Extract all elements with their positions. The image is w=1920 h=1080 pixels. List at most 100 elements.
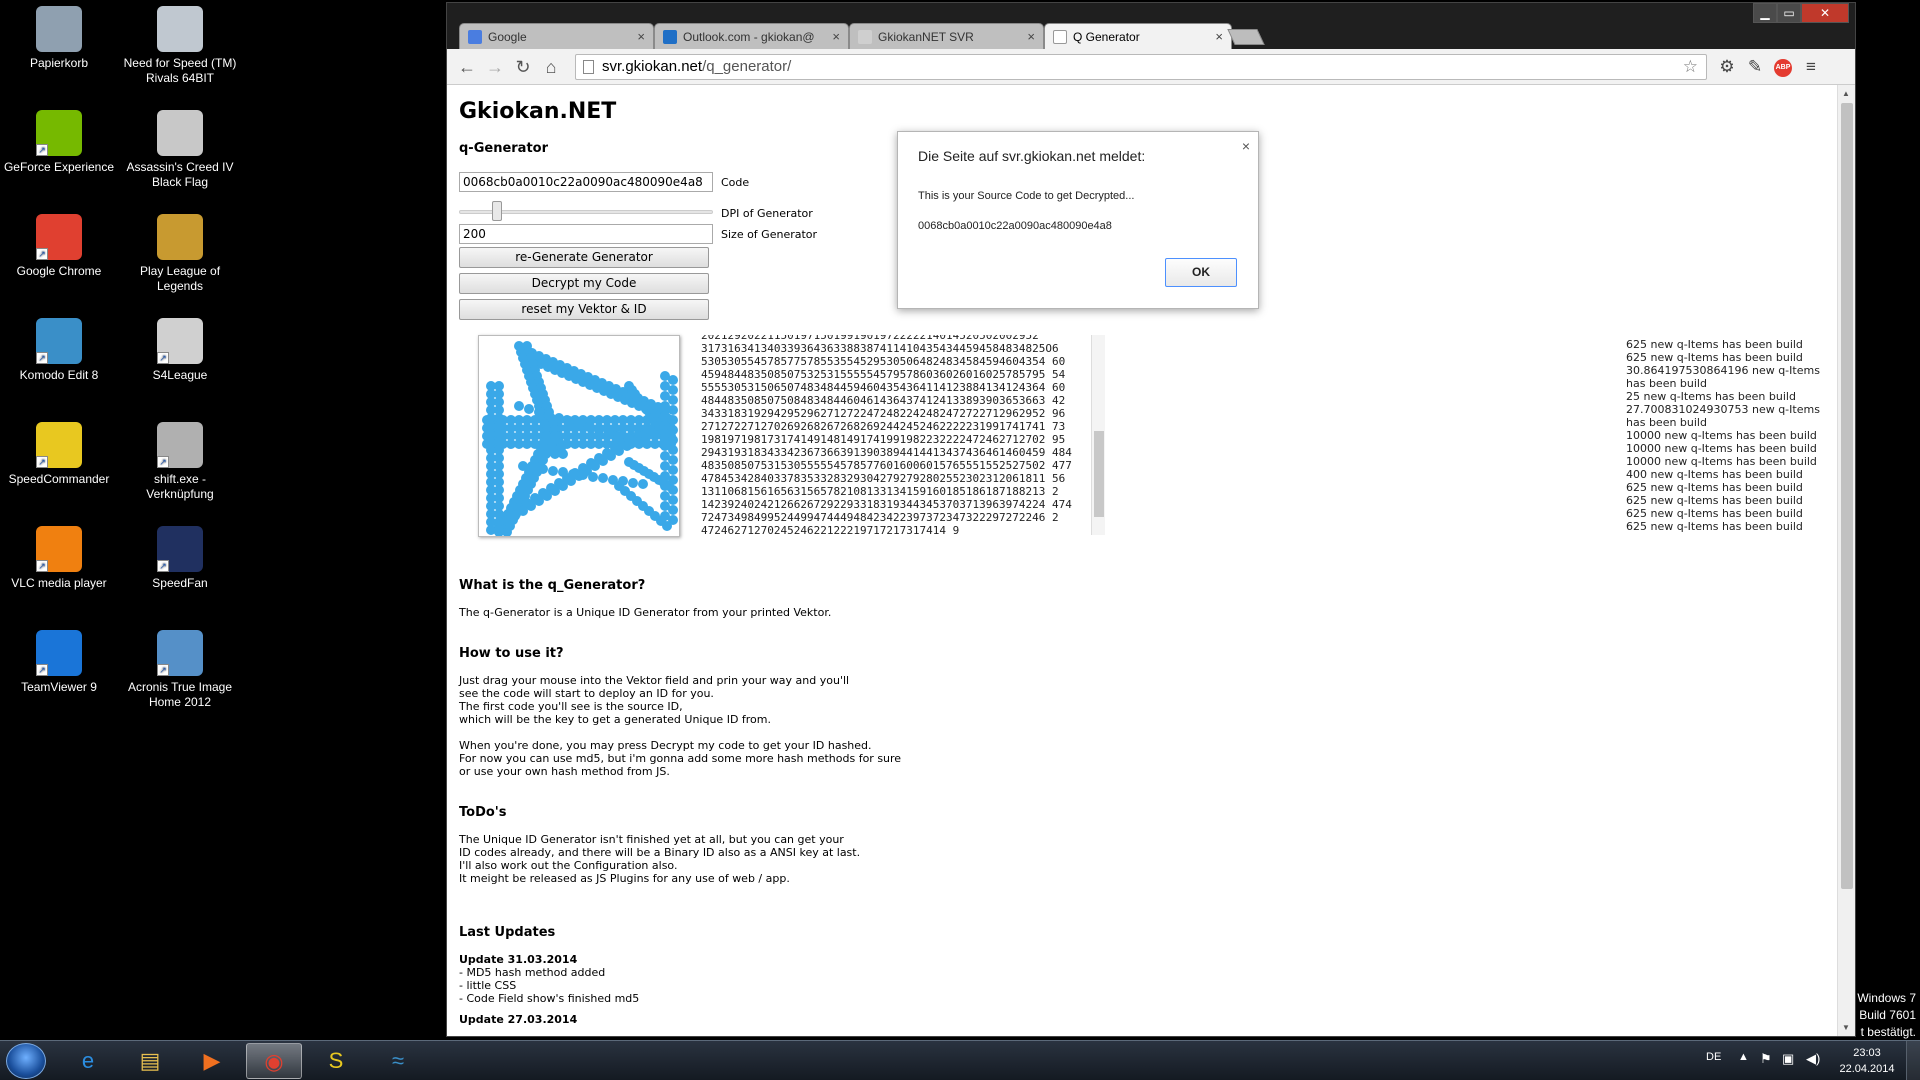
forward-arrow-icon[interactable]: → xyxy=(483,55,507,79)
code-field[interactable]: 0068cb0a0010c22a0090ac480090e4a8 xyxy=(459,172,713,192)
vektor-dot xyxy=(634,437,644,447)
decrypt-button[interactable]: Decrypt my Code xyxy=(459,273,709,294)
desktop-icon-label: Papierkorb xyxy=(29,56,89,70)
tab-close-icon[interactable]: × xyxy=(1215,29,1223,44)
paragraph-line: see the code will start to deploy an ID … xyxy=(459,687,714,700)
code-scrollbar[interactable] xyxy=(1091,335,1105,535)
volume-icon[interactable]: ◀) xyxy=(1806,1051,1820,1067)
desktop-icon-label: Assassin's Creed IV Black Flag xyxy=(126,160,234,189)
desktop-icon-nvidia[interactable]: ↗ GeForce Experience xyxy=(2,110,116,175)
tab-google[interactable]: Google × xyxy=(459,23,654,49)
desktop-icon-label: S4League xyxy=(152,368,208,382)
tab-close-icon[interactable]: × xyxy=(637,29,645,44)
action-center-icon[interactable]: ⚑ xyxy=(1760,1051,1772,1067)
clock[interactable]: 23:03 22.04.2014 xyxy=(1832,1045,1902,1077)
league-icon xyxy=(157,214,203,260)
desktop-icon-league[interactable]: Play League of Legends xyxy=(123,214,237,294)
generated-code-area[interactable]: 2021292022115019715019919019722222140145… xyxy=(701,335,1091,535)
taskbar-speedcommander-icon[interactable]: S xyxy=(308,1043,364,1079)
code-line: 4784534284033783533283293042792792802552… xyxy=(701,472,1066,485)
taskbar-chrome-icon[interactable]: ◉ xyxy=(246,1043,302,1079)
update-title: Update 27.03.2014 xyxy=(459,1013,578,1026)
desktop-icon-recycle-bin[interactable]: Papierkorb xyxy=(2,6,116,71)
back-arrow-icon[interactable]: ← xyxy=(455,55,479,79)
desktop-icon-teamviewer[interactable]: ↗ TeamViewer 9 xyxy=(2,630,116,695)
page-scrollbar[interactable]: ▲ ▼ xyxy=(1837,85,1855,1036)
dialog-message: This is your Source Code to get Decrypte… xyxy=(918,190,1135,202)
paragraph-line: When you're done, you may press Decrypt … xyxy=(459,739,872,752)
desktop-icon-chrome[interactable]: ↗ Google Chrome xyxy=(2,214,116,279)
ok-button[interactable]: OK xyxy=(1165,258,1237,287)
address-bar[interactable]: svr.gkiokan.net/q_generator/ ☆ xyxy=(575,54,1707,80)
minimize-button[interactable]: ▁ xyxy=(1753,3,1777,23)
tray-expand-icon[interactable]: ▲ xyxy=(1738,1051,1749,1063)
desktop-icon-nfs[interactable]: Need for Speed (TM) Rivals 64BIT xyxy=(123,6,237,86)
bookmark-star-icon[interactable]: ☆ xyxy=(1683,55,1698,79)
page-scroll-thumb[interactable] xyxy=(1841,103,1853,889)
desktop-icon-s4league[interactable]: ↗ S4League xyxy=(123,318,237,383)
log-line: 625 new q-Items has been build xyxy=(1626,520,1803,533)
vektor-dot xyxy=(514,401,524,411)
new-tab-button[interactable] xyxy=(1227,29,1265,45)
paragraph-line: I'll also work out the Configuration als… xyxy=(459,859,678,872)
tab-close-icon[interactable]: × xyxy=(1027,29,1035,44)
dpi-slider[interactable] xyxy=(459,201,713,223)
taskbar-ie-icon[interactable]: e xyxy=(60,1043,116,1079)
desktop-icon-shift[interactable]: ↗ shift.exe - Verknüpfung xyxy=(123,422,237,502)
komodo-icon: ↗ xyxy=(36,318,82,364)
scroll-up-icon[interactable]: ▲ xyxy=(1842,89,1850,98)
vektor-dot xyxy=(528,463,538,473)
adblock-plus-icon[interactable]: ABP xyxy=(1774,59,1792,77)
tab-outlook[interactable]: Outlook.com - gkiokan@ × xyxy=(654,23,849,49)
code-scroll-thumb[interactable] xyxy=(1094,431,1104,517)
speedfan-icon: ↗ xyxy=(157,526,203,572)
vektor-dot xyxy=(668,375,678,385)
network-icon[interactable]: ▣ xyxy=(1782,1051,1794,1067)
page-icon xyxy=(583,60,594,74)
maximize-button[interactable]: ▭ xyxy=(1777,3,1801,23)
show-desktop-button[interactable] xyxy=(1906,1041,1920,1080)
scroll-down-icon[interactable]: ▼ xyxy=(1842,1023,1850,1032)
regenerate-button[interactable]: re-Generate Generator xyxy=(459,247,709,268)
settings-gear-icon[interactable]: ⚙ xyxy=(1715,55,1739,79)
code-line: 1981971981731741491481491741991982232222… xyxy=(701,433,1066,446)
page-favicon-icon xyxy=(1053,30,1067,44)
shortcut-arrow-icon: ↗ xyxy=(36,248,48,260)
code-line: 4724627127024524622122219717217317414 9 xyxy=(701,524,960,535)
taskbar-komodo-icon[interactable]: ≈ xyxy=(370,1043,426,1079)
tab-q-generator[interactable]: Q Generator × xyxy=(1044,23,1232,49)
vektor-dot xyxy=(668,395,678,405)
home-icon[interactable]: ⌂ xyxy=(539,55,563,79)
dialog-close-icon[interactable]: × xyxy=(1242,138,1250,154)
desktop-icon-label: Acronis True Image Home 2012 xyxy=(127,680,233,709)
menu-icon[interactable]: ≡ xyxy=(1799,55,1823,79)
desktop-icon-speedfan[interactable]: ↗ SpeedFan xyxy=(123,526,237,591)
log-line: 625 new q-Items has been build xyxy=(1626,351,1803,364)
vektor-dot xyxy=(554,413,564,423)
slider-knob[interactable] xyxy=(492,201,503,221)
desktop-icon-acronis[interactable]: ↗ Acronis True Image Home 2012 xyxy=(123,630,237,710)
how-heading: How to use it? xyxy=(459,646,564,661)
language-indicator[interactable]: DE xyxy=(1706,1051,1721,1063)
start-button[interactable] xyxy=(6,1043,46,1079)
vektor-dot xyxy=(668,415,678,425)
desktop-icon-vlc[interactable]: ↗ VLC media player xyxy=(2,526,116,591)
taskbar-explorer-icon[interactable]: ▤ xyxy=(122,1043,178,1079)
reset-button[interactable]: reset my Vektor & ID xyxy=(459,299,709,320)
dropper-tool-icon[interactable]: ✎ xyxy=(1743,55,1767,79)
reload-icon[interactable]: ↻ xyxy=(511,55,535,79)
what-text: The q-Generator is a Unique ID Generator… xyxy=(459,606,1019,619)
browser-window: ▁ ▭ ✕ Google × Outlook.com - gkiokan@ × … xyxy=(446,2,1856,1037)
tab-close-icon[interactable]: × xyxy=(832,29,840,44)
tab-gkiokan-svr[interactable]: GkiokanNET SVR × xyxy=(849,23,1044,49)
vektor-canvas[interactable] xyxy=(478,335,680,537)
taskbar-media-player-icon[interactable]: ▶ xyxy=(184,1043,240,1079)
size-field[interactable]: 200 xyxy=(459,224,713,244)
vektor-dot xyxy=(494,525,504,535)
desktop-icon-speedcommander[interactable]: ↗ SpeedCommander xyxy=(2,422,116,487)
todo-text: The Unique ID Generator isn't finished y… xyxy=(459,833,1019,885)
desktop-icon-komodo[interactable]: ↗ Komodo Edit 8 xyxy=(2,318,116,383)
desktop-icon-assassins-creed[interactable]: Assassin's Creed IV Black Flag xyxy=(123,110,237,190)
close-window-button[interactable]: ✕ xyxy=(1801,3,1849,23)
code-line: 4594844835085075325315555545795786036026… xyxy=(701,368,1066,381)
